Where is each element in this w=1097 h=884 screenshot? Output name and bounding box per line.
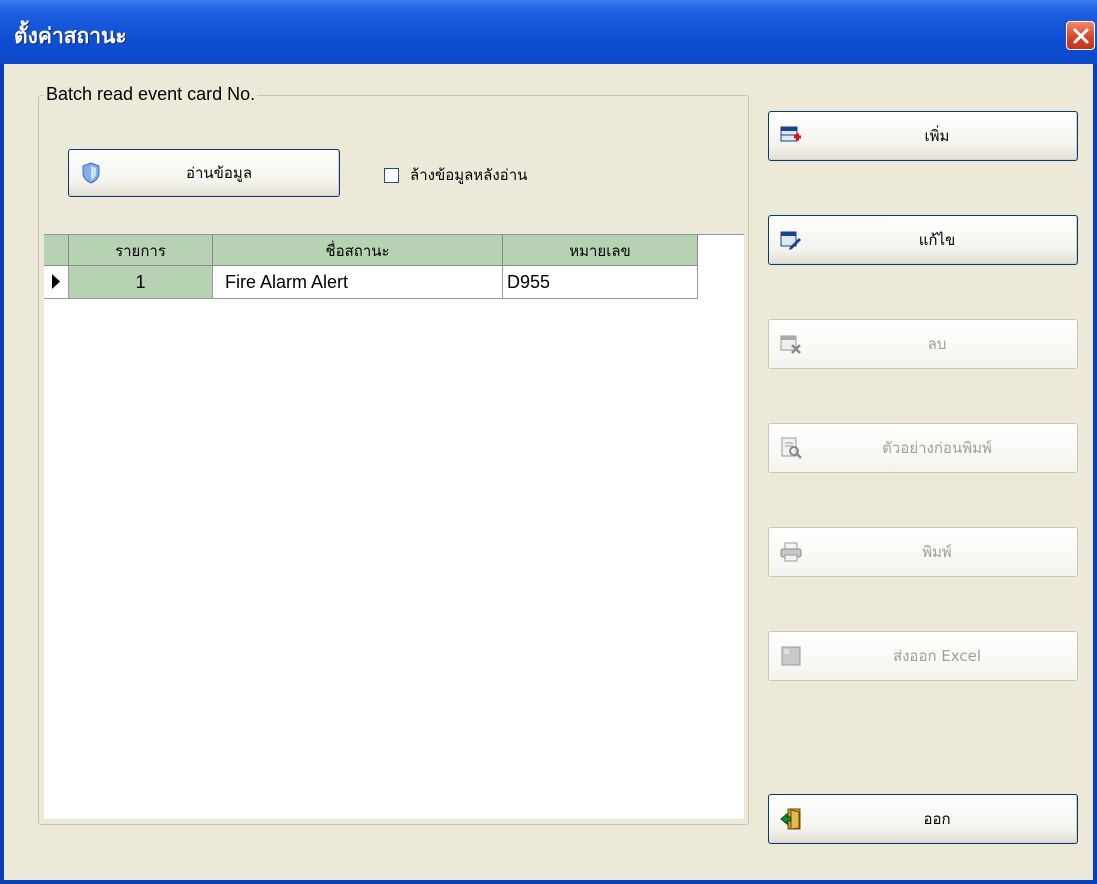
column-header-name[interactable]: ชื่อสถานะ — [213, 235, 503, 266]
edit-button[interactable]: แก้ไข — [768, 215, 1078, 265]
read-data-label: อ่านข้อมูล — [185, 164, 253, 182]
clear-after-read-label: ล้างข้อมูลหลังอ่าน — [410, 166, 528, 184]
close-icon — [1073, 28, 1088, 43]
row-selector[interactable] — [44, 266, 69, 299]
print-preview-button[interactable]: ตัวอย่างก่อนพิมพ์ — [768, 423, 1078, 473]
grid-corner-cell — [44, 235, 69, 266]
close-button[interactable] — [1066, 21, 1095, 50]
print-button[interactable]: พิมพ์ — [768, 527, 1078, 577]
export-excel-label: ส่งออก Excel — [892, 647, 982, 665]
print-label: พิมพ์ — [922, 543, 952, 561]
read-data-button[interactable]: อ่านข้อมูล — [68, 149, 340, 197]
current-row-arrow-icon — [52, 274, 60, 289]
delete-button[interactable]: ลบ — [768, 319, 1078, 369]
column-header-number[interactable]: หมายเลข — [503, 235, 698, 266]
groupbox-title: Batch read event card No. — [44, 84, 258, 105]
row-name-cell[interactable]: Fire Alarm Alert — [213, 266, 503, 299]
row-index-cell[interactable]: 1 — [69, 266, 213, 299]
settings-window: ตั้งค่าสถานะ Batch read event card No. อ… — [0, 0, 1097, 884]
window-title: ตั้งค่าสถานะ — [14, 24, 127, 48]
row-number-cell[interactable]: D955 — [503, 266, 698, 299]
delete-label: ลบ — [927, 335, 947, 353]
exit-label: ออก — [923, 810, 951, 828]
export-excel-button[interactable]: ส่งออก Excel — [768, 631, 1078, 681]
print-preview-label: ตัวอย่างก่อนพิมพ์ — [882, 439, 992, 457]
exit-button[interactable]: ออก — [768, 794, 1078, 844]
column-header-index[interactable]: รายการ — [69, 235, 213, 266]
title-bar[interactable]: ตั้งค่าสถานะ — [0, 0, 1097, 64]
client-area: Batch read event card No. อ่านข้อมูล ล้า… — [4, 64, 1093, 880]
add-label: เพิ่ม — [924, 127, 950, 145]
add-button[interactable]: เพิ่ม — [768, 111, 1078, 161]
status-grid[interactable]: รายการ ชื่อสถานะ หมายเลข 1 Fire Alarm Al… — [44, 234, 744, 819]
clear-after-read-checkbox[interactable] — [384, 168, 399, 183]
edit-label: แก้ไข — [918, 231, 956, 249]
